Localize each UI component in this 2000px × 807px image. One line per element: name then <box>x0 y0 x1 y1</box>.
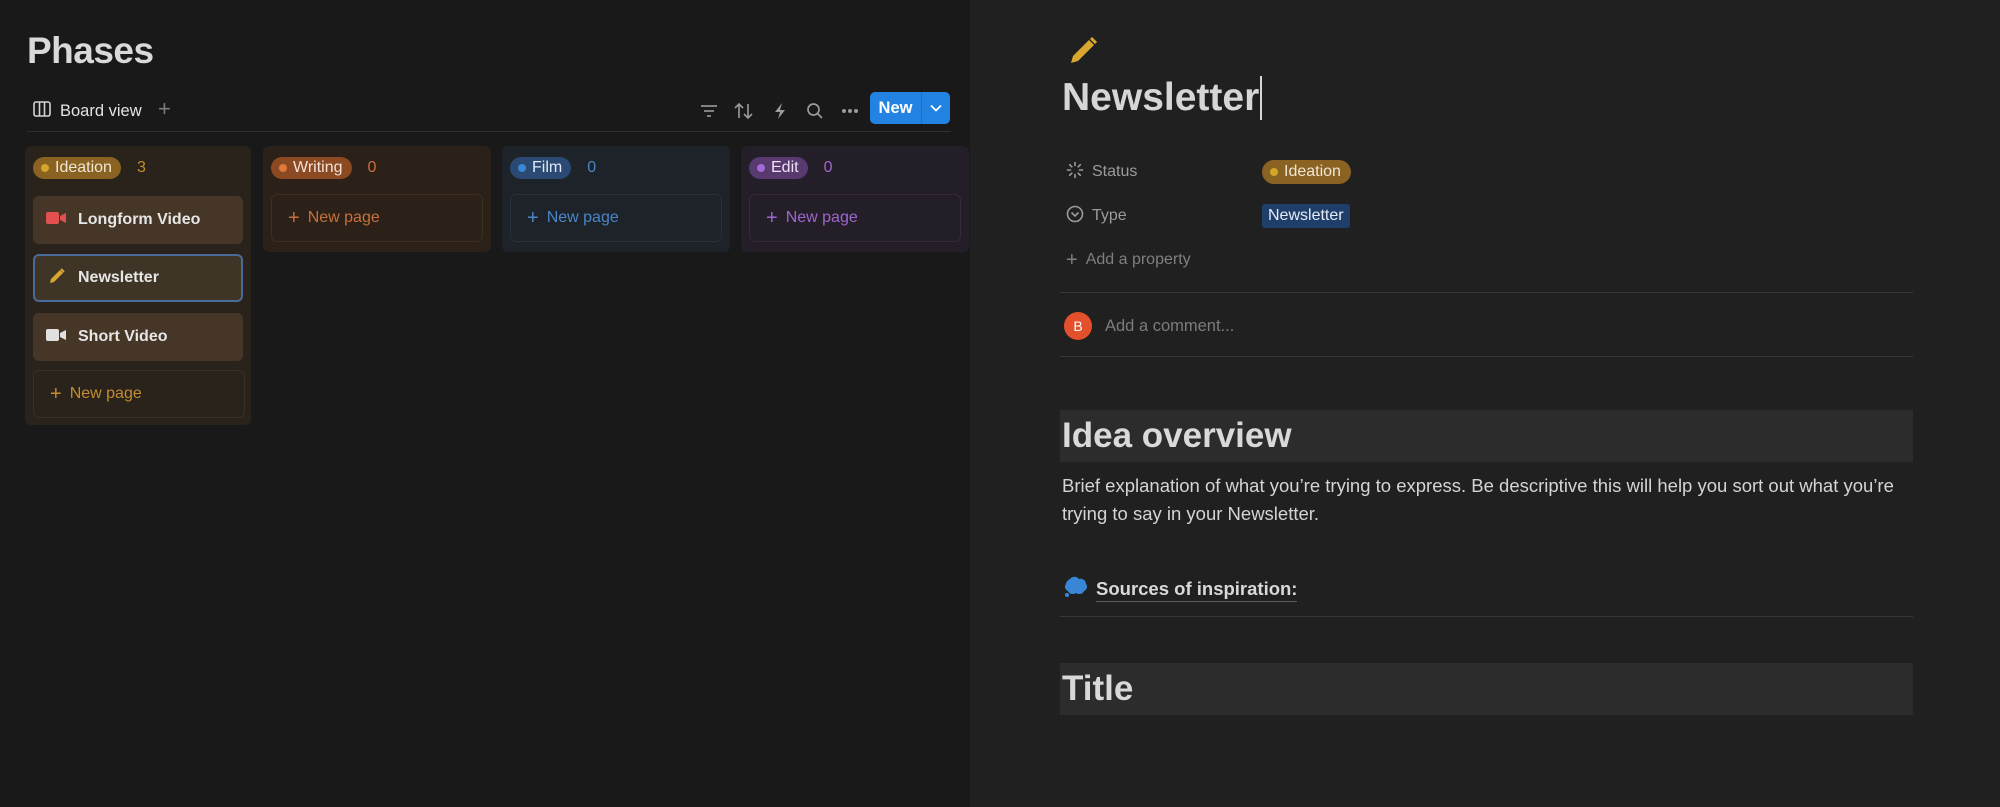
column-count: 0 <box>587 159 597 176</box>
new-page-label: New page <box>546 209 619 226</box>
video-camera-white-icon <box>46 328 66 347</box>
status-dot-icon <box>1270 168 1278 176</box>
new-button-label[interactable]: New <box>870 92 922 124</box>
select-circle-icon <box>1066 205 1084 228</box>
video-camera-red-icon <box>46 211 66 230</box>
property-label: Type <box>1066 205 1262 228</box>
column-label: Film <box>532 159 563 176</box>
type-value-tag[interactable]: Newsletter <box>1262 204 1350 228</box>
page-panel: Newsletter Status Ideation Type Newslett… <box>970 0 2000 807</box>
column-label: Edit <box>771 159 799 176</box>
column-header: Ideation 3 <box>33 157 146 179</box>
filter-icon[interactable] <box>696 98 722 124</box>
new-button[interactable]: New <box>870 92 950 124</box>
text-caret <box>1260 76 1263 120</box>
status-dot-icon <box>279 164 287 172</box>
divider <box>1060 616 1913 617</box>
pencil-icon[interactable] <box>1068 34 1100 71</box>
status-badge[interactable]: Ideation <box>33 157 121 179</box>
paragraph[interactable]: Brief explanation of what you’re trying … <box>1062 472 1902 528</box>
divider <box>1060 356 1913 357</box>
status-spinner-icon <box>1066 161 1084 184</box>
card-title: Longform Video <box>78 211 201 228</box>
status-badge[interactable]: Edit <box>749 157 808 179</box>
status-dot-icon <box>757 164 765 172</box>
card-newsletter[interactable]: Newsletter <box>33 254 243 302</box>
automation-icon[interactable] <box>767 98 793 124</box>
new-page-label: New page <box>307 209 380 226</box>
column-label: Ideation <box>55 159 112 176</box>
card-title: Short Video <box>78 328 168 345</box>
thought-bubble-icon <box>1064 576 1088 603</box>
property-label: Status <box>1066 161 1262 184</box>
card-title: Newsletter <box>78 269 159 286</box>
search-icon[interactable] <box>802 98 828 124</box>
more-icon[interactable] <box>837 98 863 124</box>
plus-icon: + <box>527 206 539 229</box>
new-page-button[interactable]: + New page <box>33 370 245 418</box>
add-property-label: Add a property <box>1085 251 1191 268</box>
card-short-video[interactable]: Short Video <box>33 313 243 361</box>
view-label: Board view <box>60 101 142 120</box>
view-toolbar: Board view + New <box>27 92 951 132</box>
board-view-icon <box>33 100 51 122</box>
column-header: Edit 0 <box>749 157 832 179</box>
tab-board-view[interactable]: Board view <box>33 98 142 124</box>
column-count: 3 <box>136 159 146 176</box>
column-count: 0 <box>367 159 377 176</box>
new-page-label: New page <box>785 209 858 226</box>
comment-input[interactable]: Add a comment... <box>1105 317 1234 336</box>
plus-icon: + <box>1066 248 1078 271</box>
status-badge[interactable]: Film <box>510 157 572 179</box>
property-status[interactable]: Status Ideation <box>1066 155 1351 189</box>
page-title: Phases <box>27 30 154 71</box>
status-value: Ideation <box>1284 163 1341 180</box>
sources-label: Sources of inspiration: <box>1096 578 1298 602</box>
sort-icon[interactable] <box>731 98 757 124</box>
column-ideation: Ideation 3 Longform Video Newsletter Sho… <box>25 146 251 425</box>
heading-title[interactable]: Title <box>1060 663 1913 715</box>
column-header: Film 0 <box>510 157 596 179</box>
comment-bar[interactable]: B Add a comment... <box>1064 312 1234 340</box>
board-panel: Phases Board view + New Ideation 3 Longf… <box>0 0 970 807</box>
add-property[interactable]: + Add a property <box>1066 249 1191 272</box>
chevron-down-icon[interactable] <box>922 92 950 124</box>
avatar: B <box>1064 312 1092 340</box>
new-page-button[interactable]: + New page <box>271 194 483 242</box>
pencil-icon <box>48 267 66 290</box>
plus-icon: + <box>50 382 62 405</box>
new-page-label: New page <box>69 385 142 402</box>
column-label: Writing <box>293 159 343 176</box>
status-badge[interactable]: Writing <box>271 157 352 179</box>
status-dot-icon <box>518 164 526 172</box>
doc-title[interactable]: Newsletter <box>1062 76 1263 120</box>
card-longform-video[interactable]: Longform Video <box>33 196 243 244</box>
heading-idea-overview[interactable]: Idea overview <box>1060 410 1913 462</box>
property-type[interactable]: Type Newsletter <box>1066 199 1350 233</box>
plus-icon: + <box>766 206 778 229</box>
add-view-button[interactable]: + <box>158 96 171 122</box>
column-edit: Edit 0 + New page <box>741 146 969 252</box>
column-writing: Writing 0 + New page <box>263 146 491 252</box>
sources-of-inspiration[interactable]: Sources of inspiration: <box>1064 576 1298 603</box>
column-count: 0 <box>823 159 833 176</box>
add-property-button[interactable]: + Add a property <box>1066 243 1191 277</box>
new-page-button[interactable]: + New page <box>510 194 722 242</box>
type-label: Type <box>1092 207 1127 224</box>
doc-title-text[interactable]: Newsletter <box>1062 76 1259 120</box>
status-dot-icon <box>41 164 49 172</box>
status-value-badge[interactable]: Ideation <box>1262 160 1351 184</box>
new-page-button[interactable]: + New page <box>749 194 961 242</box>
plus-icon: + <box>288 206 300 229</box>
status-label: Status <box>1092 163 1138 180</box>
column-header: Writing 0 <box>271 157 376 179</box>
column-film: Film 0 + New page <box>502 146 730 252</box>
divider <box>1060 292 1913 293</box>
